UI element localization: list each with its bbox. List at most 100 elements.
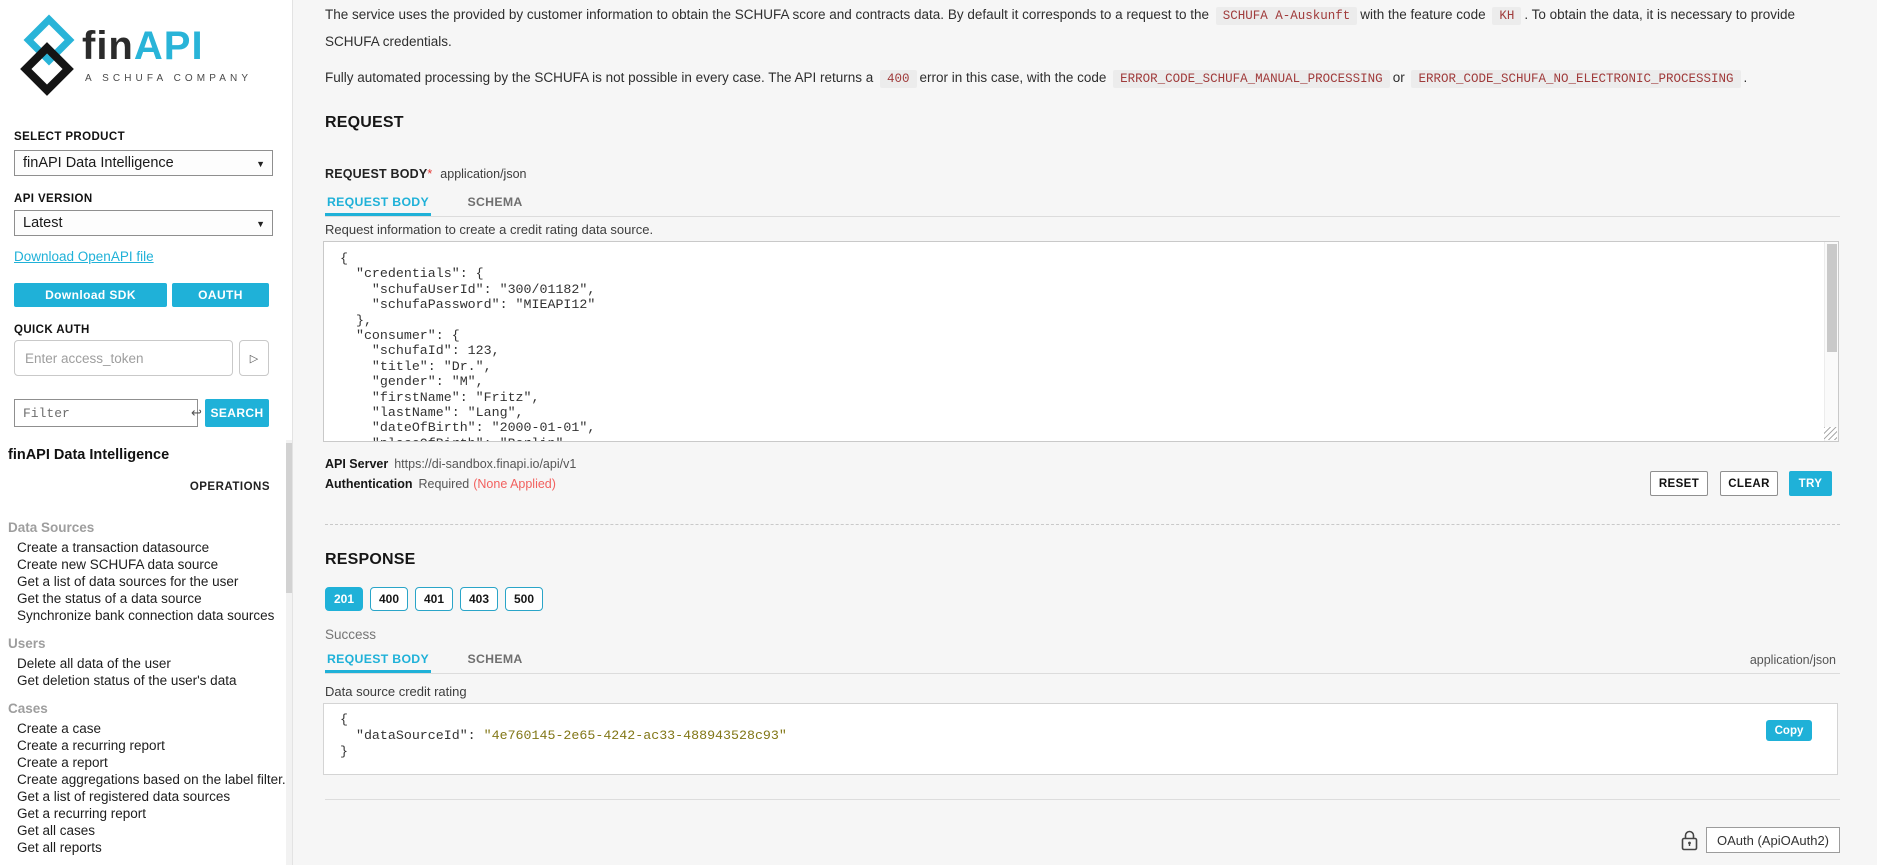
status-pill-401[interactable]: 401 bbox=[415, 587, 453, 611]
request-tabbar: REQUEST BODY SCHEMA bbox=[325, 193, 1840, 217]
api-server-url: https://di-sandbox.finapi.io/api/v1 bbox=[394, 457, 576, 471]
run-auth-button[interactable]: ▷ bbox=[239, 340, 269, 376]
return-key-icon: ↩ bbox=[191, 405, 202, 421]
download-openapi-link[interactable]: Download OpenAPI file bbox=[14, 249, 154, 264]
oauth-scheme-chip[interactable]: OAuth (ApiOAuth2) bbox=[1706, 827, 1840, 853]
api-docs-page: finAPI A SCHUFA COMPANY SELECT PRODUCT f… bbox=[0, 0, 1877, 865]
request-body-label: REQUEST BODY*application/json bbox=[325, 167, 526, 181]
sidebar-operation-link[interactable]: Get all reports bbox=[0, 839, 280, 856]
clear-button[interactable]: CLEAR bbox=[1720, 471, 1778, 496]
status-pill-500[interactable]: 500 bbox=[505, 587, 543, 611]
sidebar-scrollbar-thumb[interactable] bbox=[286, 443, 292, 593]
brand-tagline: A SCHUFA COMPANY bbox=[85, 73, 252, 84]
logo-diamond-black-icon bbox=[20, 42, 74, 96]
request-body-json[interactable]: { "credentials": { "schufaUserId": "300/… bbox=[324, 242, 1838, 442]
footer-auth: OAuth (ApiOAuth2) bbox=[1681, 827, 1840, 853]
status-pill-400[interactable]: 400 bbox=[370, 587, 408, 611]
sidebar-scrollbar[interactable] bbox=[286, 440, 292, 865]
status-pill-403[interactable]: 403 bbox=[460, 587, 498, 611]
download-sdk-button[interactable]: Download SDK bbox=[14, 283, 167, 307]
operations-nav: Data Sources Create a transaction datasou… bbox=[0, 519, 280, 856]
sidebar-operation-link[interactable]: Get a recurring report bbox=[0, 805, 280, 822]
sidebar-operation-link[interactable]: Create a recurring report bbox=[0, 737, 280, 754]
nav-section: Data Sources Create a transaction datasou… bbox=[0, 519, 280, 624]
sidebar: finAPI A SCHUFA COMPANY SELECT PRODUCT f… bbox=[0, 0, 293, 865]
intro-paragraph-2: Fully automated processing by the SCHUFA… bbox=[325, 65, 1833, 92]
chevron-down-icon: ▼ bbox=[256, 219, 265, 229]
resize-handle-icon[interactable] bbox=[1824, 427, 1837, 440]
version-select[interactable]: Latest ▼ bbox=[14, 210, 273, 236]
response-content-type: application/json bbox=[1750, 653, 1836, 667]
reset-button[interactable]: RESET bbox=[1650, 471, 1708, 496]
sidebar-operation-link[interactable]: Create a case bbox=[0, 720, 280, 737]
sidebar-operation-link[interactable]: Get a list of data sources for the user bbox=[0, 573, 280, 590]
sidebar-operation-link[interactable]: Synchronize bank connection data sources bbox=[0, 607, 280, 624]
inline-code: ERROR_CODE_SCHUFA_MANUAL_PROCESSING bbox=[1113, 70, 1390, 88]
json-string-value: "4e760145-2e65-4242-ac33-488943528c93" bbox=[484, 728, 787, 743]
nav-section: Users Delete all data of the userGet dele… bbox=[0, 635, 280, 689]
finapi-logo: finAPI A SCHUFA COMPANY bbox=[0, 0, 280, 110]
nav-section-title: Users bbox=[0, 635, 280, 652]
product-title: finAPI Data Intelligence bbox=[8, 447, 169, 463]
access-token-input[interactable] bbox=[14, 340, 233, 376]
sidebar-operation-link[interactable]: Get deletion status of the user's data bbox=[0, 672, 280, 689]
operations-label: OPERATIONS bbox=[190, 481, 270, 493]
request-content-type: application/json bbox=[440, 167, 526, 181]
sidebar-operation-link[interactable]: Get a list of registered data sources bbox=[0, 788, 280, 805]
lock-icon bbox=[1681, 830, 1698, 851]
inline-code: ERROR_CODE_SCHUFA_NO_ELECTRONIC_PROCESSI… bbox=[1411, 70, 1740, 88]
sidebar-operation-link[interactable]: Get all cases bbox=[0, 822, 280, 839]
tab-response-schema[interactable]: SCHEMA bbox=[465, 652, 524, 673]
filter-field: ↩ bbox=[14, 399, 198, 427]
select-product-label: SELECT PRODUCT bbox=[14, 131, 125, 143]
response-code-block: { "dataSourceId": "4e760145-2e65-4242-ac… bbox=[323, 703, 1838, 775]
brand-text: finAPI bbox=[82, 24, 204, 69]
quick-auth-label: QUICK AUTH bbox=[14, 324, 90, 336]
tab-response-request-body[interactable]: REQUEST BODY bbox=[325, 652, 431, 673]
response-description: Data source credit rating bbox=[325, 684, 467, 699]
version-select-value: Latest bbox=[23, 215, 63, 231]
response-heading: RESPONSE bbox=[325, 551, 416, 569]
tab-request-body[interactable]: REQUEST BODY bbox=[325, 195, 431, 216]
sidebar-operation-link[interactable]: Create new SCHUFA data source bbox=[0, 556, 280, 573]
status-pill-201[interactable]: 201 bbox=[325, 587, 363, 611]
json-key: "dataSourceId" bbox=[340, 728, 468, 743]
search-button[interactable]: SEARCH bbox=[205, 399, 269, 427]
sidebar-operation-link[interactable]: Delete all data of the user bbox=[0, 655, 280, 672]
inline-code: KH bbox=[1492, 7, 1521, 25]
sidebar-operation-link[interactable]: Create aggregations based on the label f… bbox=[0, 771, 280, 788]
editor-scrollbar-thumb[interactable] bbox=[1827, 244, 1837, 352]
sidebar-operation-link[interactable]: Get the status of a data source bbox=[0, 590, 280, 607]
request-body-editor[interactable]: { "credentials": { "schufaUserId": "300/… bbox=[323, 241, 1839, 442]
inline-code: 400 bbox=[880, 70, 917, 88]
nav-section: Cases Create a caseCreate a recurring rep… bbox=[0, 700, 280, 856]
main-content: The service uses the provided by custome… bbox=[294, 0, 1877, 865]
chevron-down-icon: ▼ bbox=[256, 159, 265, 169]
auth-status: (None Applied) bbox=[473, 477, 556, 491]
intro-paragraph-1: The service uses the provided by custome… bbox=[325, 2, 1833, 55]
request-heading: REQUEST bbox=[325, 114, 404, 132]
copy-button[interactable]: Copy bbox=[1766, 720, 1812, 741]
request-description: Request information to create a credit r… bbox=[325, 222, 653, 237]
try-button[interactable]: TRY bbox=[1789, 471, 1832, 496]
footer-divider bbox=[325, 799, 1840, 800]
response-tabbar: REQUEST BODY SCHEMA application/json bbox=[325, 650, 1840, 674]
sidebar-operation-link[interactable]: Create a transaction datasource bbox=[0, 539, 280, 556]
nav-section-title: Cases bbox=[0, 700, 280, 717]
section-divider bbox=[325, 524, 1840, 525]
play-icon: ▷ bbox=[250, 353, 258, 365]
authentication-row: AuthenticationRequired(None Applied) bbox=[325, 477, 556, 491]
product-select[interactable]: finAPI Data Intelligence ▼ bbox=[14, 150, 273, 176]
editor-scrollbar[interactable] bbox=[1824, 242, 1838, 441]
tab-schema[interactable]: SCHEMA bbox=[465, 195, 524, 216]
product-select-value: finAPI Data Intelligence bbox=[23, 155, 174, 171]
inline-code: SCHUFA A-Auskunft bbox=[1216, 7, 1358, 25]
sidebar-operation-link[interactable]: Create a report bbox=[0, 754, 280, 771]
filter-input[interactable] bbox=[23, 406, 191, 421]
api-version-label: API VERSION bbox=[14, 193, 93, 205]
response-json: { "dataSourceId": "4e760145-2e65-4242-ac… bbox=[324, 704, 1837, 768]
required-asterisk: * bbox=[427, 167, 432, 181]
response-status-text: Success bbox=[325, 627, 376, 642]
nav-section-title: Data Sources bbox=[0, 519, 280, 536]
oauth-button[interactable]: OAUTH bbox=[172, 283, 269, 307]
